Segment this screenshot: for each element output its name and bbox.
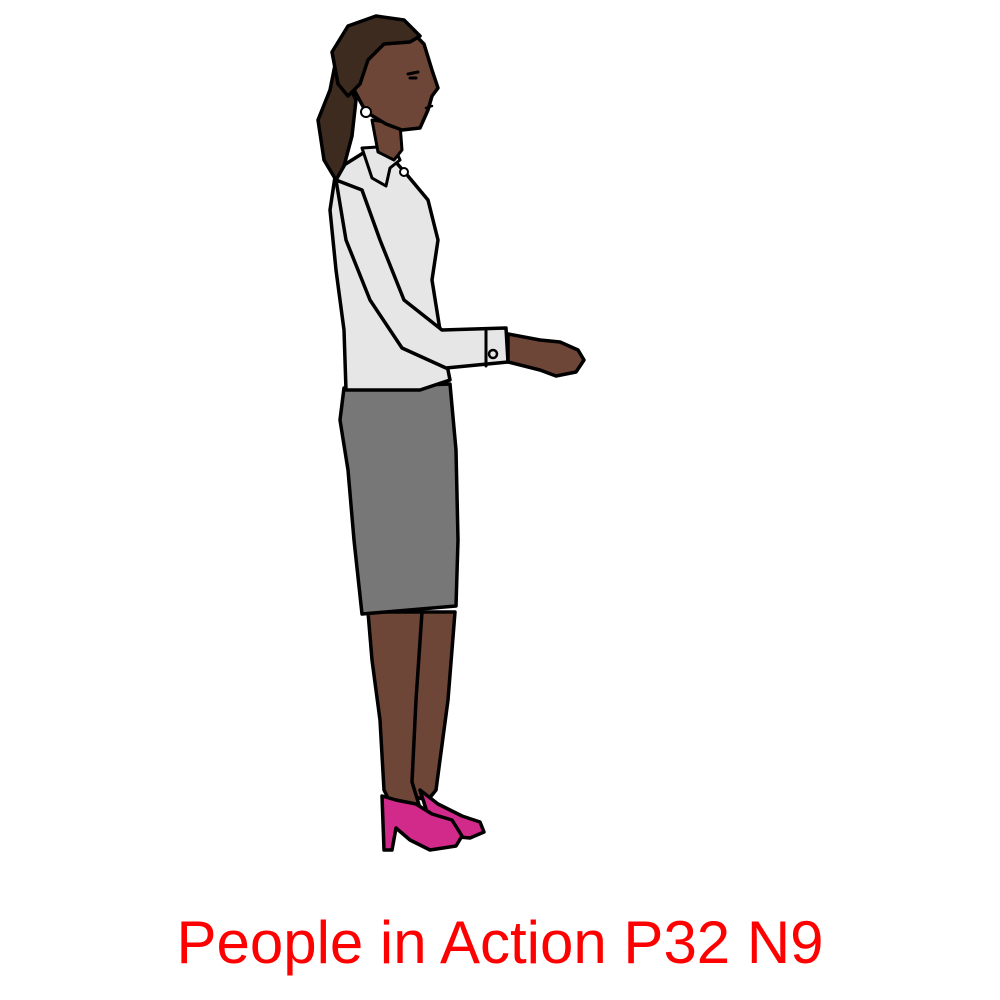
front-shoe (380, 794, 464, 852)
illustration (0, 0, 1000, 880)
earring (360, 106, 372, 118)
skirt (338, 382, 460, 616)
hand (506, 332, 586, 378)
caption-text: People in Action P32 N9 (176, 909, 824, 976)
